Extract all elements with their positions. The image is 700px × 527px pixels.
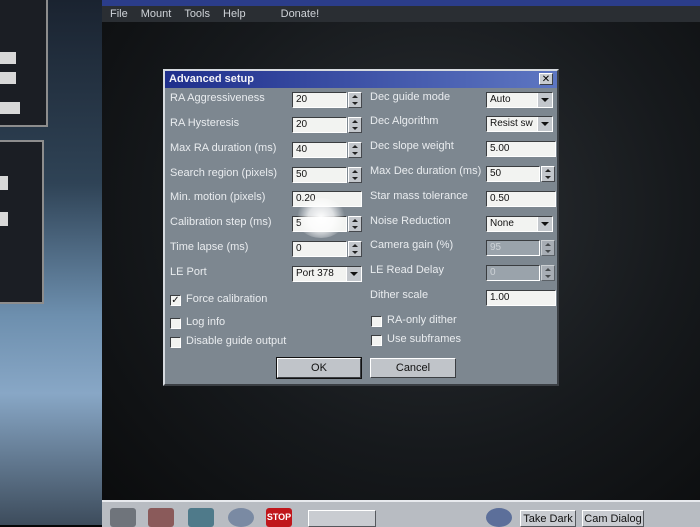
background-field bbox=[0, 72, 16, 84]
ra-only-dither-checkbox[interactable] bbox=[371, 316, 382, 327]
max-ra-duration-input[interactable]: 40 bbox=[292, 142, 347, 158]
ra-aggressiveness-input[interactable]: 20 bbox=[292, 92, 347, 108]
exposure-select[interactable] bbox=[308, 510, 376, 527]
calibration-step-spinner[interactable] bbox=[348, 216, 362, 232]
dec-algorithm-select[interactable]: Resist sw bbox=[486, 116, 553, 132]
dec-slope-weight-input[interactable]: 5.00 bbox=[486, 141, 556, 157]
cancel-button[interactable]: Cancel bbox=[370, 358, 456, 378]
ra-aggressiveness-label: RA Aggressiveness bbox=[170, 92, 265, 104]
time-lapse-input[interactable]: 0 bbox=[292, 241, 347, 257]
search-region-input[interactable]: 50 bbox=[292, 167, 347, 183]
chevron-down-icon[interactable] bbox=[537, 117, 552, 131]
camera-gain-spinner bbox=[541, 240, 555, 256]
log-info-checkbox[interactable] bbox=[170, 318, 181, 329]
globe-icon[interactable] bbox=[228, 508, 254, 527]
le-port-label: LE Port bbox=[170, 266, 207, 278]
dialog-title: Advanced setup bbox=[165, 71, 557, 88]
ok-button[interactable]: OK bbox=[276, 357, 362, 379]
max-dec-duration-label: Max Dec duration (ms) bbox=[370, 165, 482, 177]
time-lapse-label: Time lapse (ms) bbox=[170, 241, 249, 253]
max-dec-duration-input[interactable]: 50 bbox=[486, 166, 540, 182]
take-dark-button[interactable]: Take Dark bbox=[520, 510, 576, 527]
force-calibration-checkbox[interactable]: ✓ bbox=[170, 295, 181, 306]
le-read-delay-input: 0 bbox=[486, 265, 540, 281]
background-field bbox=[0, 212, 8, 226]
ra-hysteresis-label: RA Hysteresis bbox=[170, 117, 240, 129]
disable-guide-output-checkbox[interactable] bbox=[170, 337, 181, 348]
max-ra-duration-label: Max RA duration (ms) bbox=[170, 142, 277, 154]
star-mass-tolerance-label: Star mass tolerance bbox=[370, 190, 468, 202]
camera-icon[interactable] bbox=[110, 508, 136, 527]
le-read-delay-label: LE Read Delay bbox=[370, 264, 444, 276]
force-calibration-label[interactable]: Force calibration bbox=[186, 293, 267, 305]
noise-reduction-label: Noise Reduction bbox=[370, 215, 451, 227]
background-field bbox=[0, 176, 8, 190]
calibration-step-input[interactable]: 5 bbox=[292, 216, 347, 232]
menu-help[interactable]: Help bbox=[223, 8, 246, 20]
max-dec-duration-spinner[interactable] bbox=[541, 166, 555, 182]
loop-icon[interactable] bbox=[188, 508, 214, 527]
calibration-step-label: Calibration step (ms) bbox=[170, 216, 272, 228]
camera-gain-input: 95 bbox=[486, 240, 540, 256]
background-panel-bottom bbox=[0, 140, 44, 304]
dec-slope-weight-label: Dec slope weight bbox=[370, 140, 454, 152]
stop-button[interactable]: STOP bbox=[266, 508, 292, 527]
dec-guide-mode-value: Auto bbox=[490, 94, 511, 105]
disable-guide-output-label[interactable]: Disable guide output bbox=[186, 335, 286, 347]
bottom-toolbar: STOP Take Dark Cam Dialog bbox=[102, 500, 700, 527]
menu-file[interactable]: File bbox=[110, 8, 128, 20]
max-ra-duration-spinner[interactable] bbox=[348, 142, 362, 158]
min-motion-input[interactable]: 0.20 bbox=[292, 191, 362, 207]
le-port-value: Port 378 bbox=[296, 268, 334, 279]
chevron-down-icon[interactable] bbox=[346, 267, 361, 281]
background-panel-top bbox=[0, 0, 48, 127]
ra-hysteresis-input[interactable]: 20 bbox=[292, 117, 347, 133]
background-window-area bbox=[0, 0, 102, 525]
close-icon[interactable]: ✕ bbox=[539, 73, 553, 85]
ra-hysteresis-spinner[interactable] bbox=[348, 117, 362, 133]
chevron-down-icon[interactable] bbox=[537, 93, 552, 107]
cam-dialog-button[interactable]: Cam Dialog bbox=[582, 510, 644, 527]
brain-icon[interactable] bbox=[486, 508, 512, 527]
log-info-label[interactable]: Log info bbox=[186, 316, 225, 328]
min-motion-label: Min. motion (pixels) bbox=[170, 191, 266, 203]
menu-mount[interactable]: Mount bbox=[141, 8, 172, 20]
search-region-spinner[interactable] bbox=[348, 167, 362, 183]
dither-scale-label: Dither scale bbox=[370, 289, 429, 301]
dec-guide-mode-label: Dec guide mode bbox=[370, 91, 451, 103]
use-subframes-checkbox[interactable] bbox=[371, 335, 382, 346]
ra-aggressiveness-spinner[interactable] bbox=[348, 92, 362, 108]
telescope-icon[interactable] bbox=[148, 508, 174, 527]
ra-only-dither-label[interactable]: RA-only dither bbox=[387, 314, 457, 326]
le-port-select[interactable]: Port 378 bbox=[292, 266, 362, 282]
menubar: File Mount Tools Help Donate! bbox=[102, 6, 700, 22]
star-mass-tolerance-input[interactable]: 0.50 bbox=[486, 191, 556, 207]
background-button bbox=[0, 102, 20, 114]
noise-reduction-value: None bbox=[490, 218, 514, 229]
camera-gain-label: Camera gain (%) bbox=[370, 239, 454, 251]
menu-tools[interactable]: Tools bbox=[184, 8, 210, 20]
advanced-setup-dialog: Advanced setup ✕ RA Aggressiveness 20 RA… bbox=[163, 69, 559, 386]
dec-guide-mode-select[interactable]: Auto bbox=[486, 92, 553, 108]
background-field bbox=[0, 52, 16, 64]
menu-donate[interactable]: Donate! bbox=[281, 8, 320, 20]
use-subframes-label[interactable]: Use subframes bbox=[387, 333, 461, 345]
search-region-label: Search region (pixels) bbox=[170, 167, 277, 179]
dither-scale-input[interactable]: 1.00 bbox=[486, 290, 556, 306]
noise-reduction-select[interactable]: None bbox=[486, 216, 553, 232]
le-read-delay-spinner bbox=[541, 265, 555, 281]
chevron-down-icon[interactable] bbox=[537, 217, 552, 231]
time-lapse-spinner[interactable] bbox=[348, 241, 362, 257]
dec-algorithm-value: Resist sw bbox=[490, 118, 533, 129]
dec-algorithm-label: Dec Algorithm bbox=[370, 115, 439, 127]
